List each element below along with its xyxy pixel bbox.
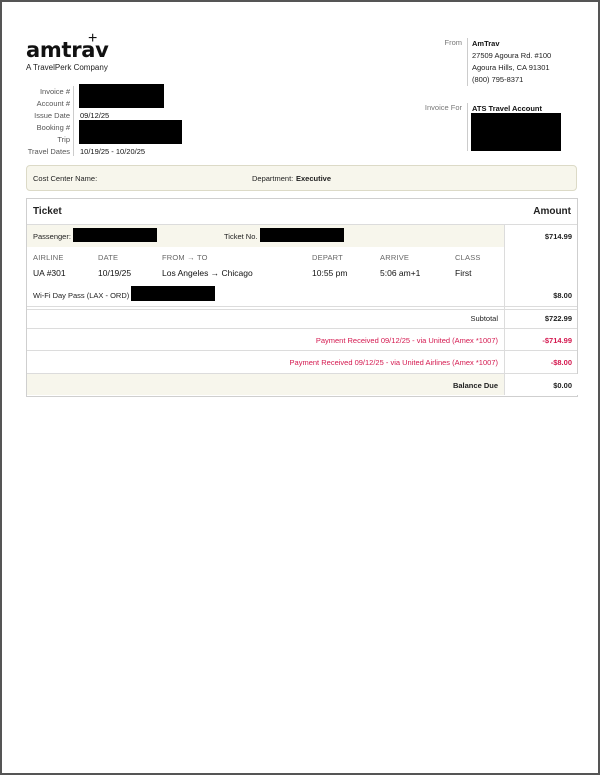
flight-class: First [455,268,472,278]
subtotal-label: Subtotal [470,314,498,323]
meta-label: Account # [36,99,70,108]
wifi-label: Wi-Fi Day Pass (LAX - ORD) [33,291,130,300]
ticket-amount: $714.99 [544,232,572,241]
payment-amount: -$714.99 [542,336,572,345]
from-label: From [444,38,463,47]
payment-row: Payment Received 09/12/25 - via United (… [27,329,577,351]
flight-date: 10/19/25 [98,268,132,278]
wifi-row: Wi-Fi Day Pass (LAX - ORD) $8.00 [27,284,577,307]
flight-header-arrive: ARRIVE [380,253,410,262]
flight-header-airline: AIRLINE [33,253,64,262]
invoice-for-divider [467,103,468,151]
invoice-page: amtrav + A TravelPerk Company Invoice # … [0,0,600,775]
amount-cell: -$714.99 [504,329,578,350]
redaction-box [471,113,561,151]
flight-header-route: FROM → TO [162,253,208,262]
wifi-amount: $8.00 [553,291,572,300]
meta-value: 10/19/25 - 10/20/25 [80,147,146,156]
payment-label: Payment Received 09/12/25 - via United (… [315,336,498,345]
from-address-line: 27509 Agoura Rd. #100 [472,51,552,60]
amount-header: Amount [533,206,571,217]
meta-label: Booking # [36,123,70,132]
from-company: AmTrav [472,39,500,48]
meta-label: Issue Date [34,111,70,120]
from-divider [467,38,468,86]
passenger-label: Passenger: [33,232,71,241]
redaction-box [73,228,157,242]
payment-row: Payment Received 09/12/25 - via United A… [27,351,577,374]
cost-center-panel: Cost Center Name: Department: Executive [26,165,577,191]
balance-row: Balance Due $0.00 [27,374,578,395]
logo-tagline: A TravelPerk Company [26,63,108,72]
redaction-box [131,286,215,301]
from-phone: (800) 795-8371 [472,75,524,84]
meta-label: Trip [57,135,70,144]
flight-header-date: DATE [98,253,119,262]
meta-label: Invoice # [39,87,70,96]
payment-label: Payment Received 09/12/25 - via United A… [289,358,498,367]
ticket-no-label: Ticket No. [224,232,258,241]
cost-center-label: Cost Center Name: [33,174,98,183]
ticket-header-row: Ticket Amount [27,199,577,225]
amount-cell: $722.99 [504,307,578,328]
meta-label: Travel Dates [27,147,70,156]
ticket-table: Ticket Amount Passenger: Ticket No. AIRL… [26,198,578,397]
redaction-box [260,228,344,242]
balance-label: Balance Due [452,381,498,390]
balance-amount: $0.00 [553,381,572,390]
flight-header-class: CLASS [455,253,481,262]
department-value: Executive [296,174,332,183]
flight-header-depart: DEPART [312,253,343,262]
department-label: Department: [252,174,294,183]
flight-airline: UA #301 [33,268,66,278]
redaction-box [79,120,182,144]
payment-amount: -$8.00 [550,358,572,367]
redaction-box [79,84,164,108]
amount-cell: -$8.00 [504,351,578,373]
ticket-header: Ticket [33,206,62,217]
from-address-line: Agoura Hills, CA 91301 [472,63,550,72]
amtrav-logo: amtrav + A TravelPerk Company [26,30,109,72]
flight-arrive: 5:06 am+1 [380,268,421,278]
flight-route: Los Angeles → Chicago [162,268,253,278]
amount-cell: $0.00 [504,374,578,395]
amount-cell: $8.00 [504,284,578,306]
subtotal-amount: $722.99 [544,314,572,323]
invoice-for-label: Invoice For [424,103,462,112]
flight-depart: 10:55 pm [312,268,348,278]
meta-divider [73,86,74,156]
subtotal-row: Subtotal $722.99 [27,307,577,329]
logo-plus-mark: + [88,30,98,47]
